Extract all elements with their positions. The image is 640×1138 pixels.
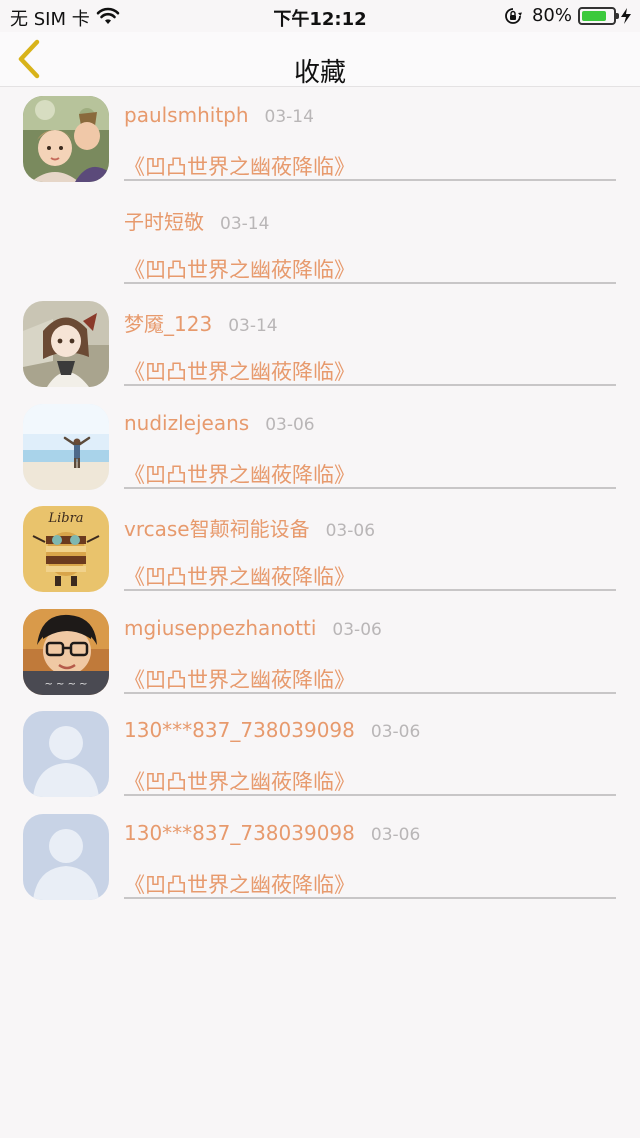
username: 子时短敬 03-14: [124, 206, 269, 235]
rotation-lock-icon: [504, 7, 522, 25]
username-text: nudizlejeans: [124, 410, 250, 435]
date-label: 03-06: [370, 824, 421, 845]
username-text: paulsmhitph: [124, 103, 249, 127]
navigation-bar: 收藏: [0, 32, 640, 88]
username-text: vrcase智颠祠能设备: [124, 517, 310, 541]
username-text: 梦魇_123: [124, 312, 213, 336]
svg-text:~ ~ ~ ~: ~ ~ ~ ~: [44, 679, 87, 690]
date-label: 03-06: [265, 414, 315, 435]
date-label: 03-06: [370, 722, 421, 742]
divider: [124, 589, 616, 591]
page-title: 收藏: [293, 58, 346, 88]
book-title-link[interactable]: 《凹凸世界之幽莜降临》: [124, 766, 355, 796]
list-item[interactable]: 130***837_738039098 03-06 《凹凸世界之幽莜降临》: [0, 702, 640, 805]
book-title-link[interactable]: 《凹凸世界之幽莜降临》: [124, 869, 355, 899]
username-text: 130***837_738039098: [124, 718, 355, 742]
date-label: 03-14: [264, 107, 314, 127]
divider: [124, 281, 616, 284]
avatar[interactable]: ~ ~ ~ ~: [23, 608, 109, 695]
avatar[interactable]: [23, 301, 109, 387]
date-label: 03-14: [228, 316, 278, 336]
list-item[interactable]: ~ ~ ~ ~ mgiuseppezhanotti 03-06 《凹凸世界之幽莜降…: [0, 600, 640, 703]
divider: [124, 794, 616, 796]
list-item[interactable]: 梦魇_123 03-14 《凹凸世界之幽莜降临》: [0, 292, 640, 395]
avatar[interactable]: [23, 813, 109, 900]
battery-icon: [578, 6, 619, 25]
favorites-list: paulsmhitph 03-14 《凹凸世界之幽莜降临》 子时短敬 03-14 《…: [0, 87, 640, 907]
default-user-icon: [23, 711, 109, 797]
default-user-icon: [23, 813, 109, 900]
username-text: mgiuseppezhanotti: [124, 615, 317, 640]
username: 梦魇_123 03-14: [124, 308, 278, 337]
book-title-link[interactable]: 《凹凸世界之幽莜降临》: [124, 254, 355, 284]
book-title-link[interactable]: 《凹凸世界之幽莜降临》: [124, 459, 355, 489]
list-item[interactable]: Libra vrcase智颠祠能设备 03-06 《凹凸世界之幽莜降临》: [0, 497, 640, 600]
divider: [124, 486, 616, 489]
list-item[interactable]: 子时短敬 03-14 《凹凸世界之幽莜降临》: [0, 190, 640, 293]
book-title-link[interactable]: 《凹凸世界之幽莜降临》: [124, 151, 355, 181]
battery-fill: [582, 10, 606, 21]
date-label: 03-06: [332, 619, 382, 640]
battery-percent: 80%: [531, 5, 572, 26]
username: vrcase智颠祠能设备 03-06: [124, 513, 375, 542]
charging-icon: [620, 7, 632, 25]
list-item[interactable]: paulsmhitph 03-14 《凹凸世界之幽莜降临》: [0, 87, 640, 190]
username-text: 130***837_738039098: [124, 820, 355, 845]
avatar[interactable]: [23, 403, 109, 490]
list-item[interactable]: 130***837_738039098 03-06 《凹凸世界之幽莜降临》: [0, 805, 640, 908]
username: 130***837_738039098 03-06: [124, 821, 420, 845]
divider: [124, 896, 616, 899]
book-title-link[interactable]: 《凹凸世界之幽莜降临》: [124, 664, 355, 694]
username: paulsmhitph 03-14: [124, 103, 314, 127]
status-bar: 无 SIM 卡 下午12:12 80%: [0, 0, 640, 32]
book-title-link[interactable]: 《凹凸世界之幽莜降临》: [124, 356, 355, 386]
divider: [124, 384, 616, 386]
svg-text:Libra: Libra: [47, 511, 83, 526]
book-title-link[interactable]: 《凹凸世界之幽莜降临》: [124, 561, 355, 591]
avatar[interactable]: [23, 96, 109, 182]
username: mgiuseppezhanotti 03-06: [124, 616, 382, 640]
list-item[interactable]: nudizlejeans 03-06 《凹凸世界之幽莜降临》: [0, 395, 640, 498]
date-label: 03-14: [220, 213, 270, 234]
divider: [124, 179, 616, 181]
divider: [124, 691, 616, 694]
avatar[interactable]: [23, 711, 109, 797]
username: 130***837_738039098 03-06: [124, 718, 420, 742]
status-right: 80%: [504, 5, 632, 26]
username: nudizlejeans 03-06: [124, 411, 315, 435]
username-text: 子时短敬: [124, 209, 204, 234]
avatar[interactable]: Libra: [23, 506, 109, 592]
date-label: 03-06: [325, 521, 376, 541]
